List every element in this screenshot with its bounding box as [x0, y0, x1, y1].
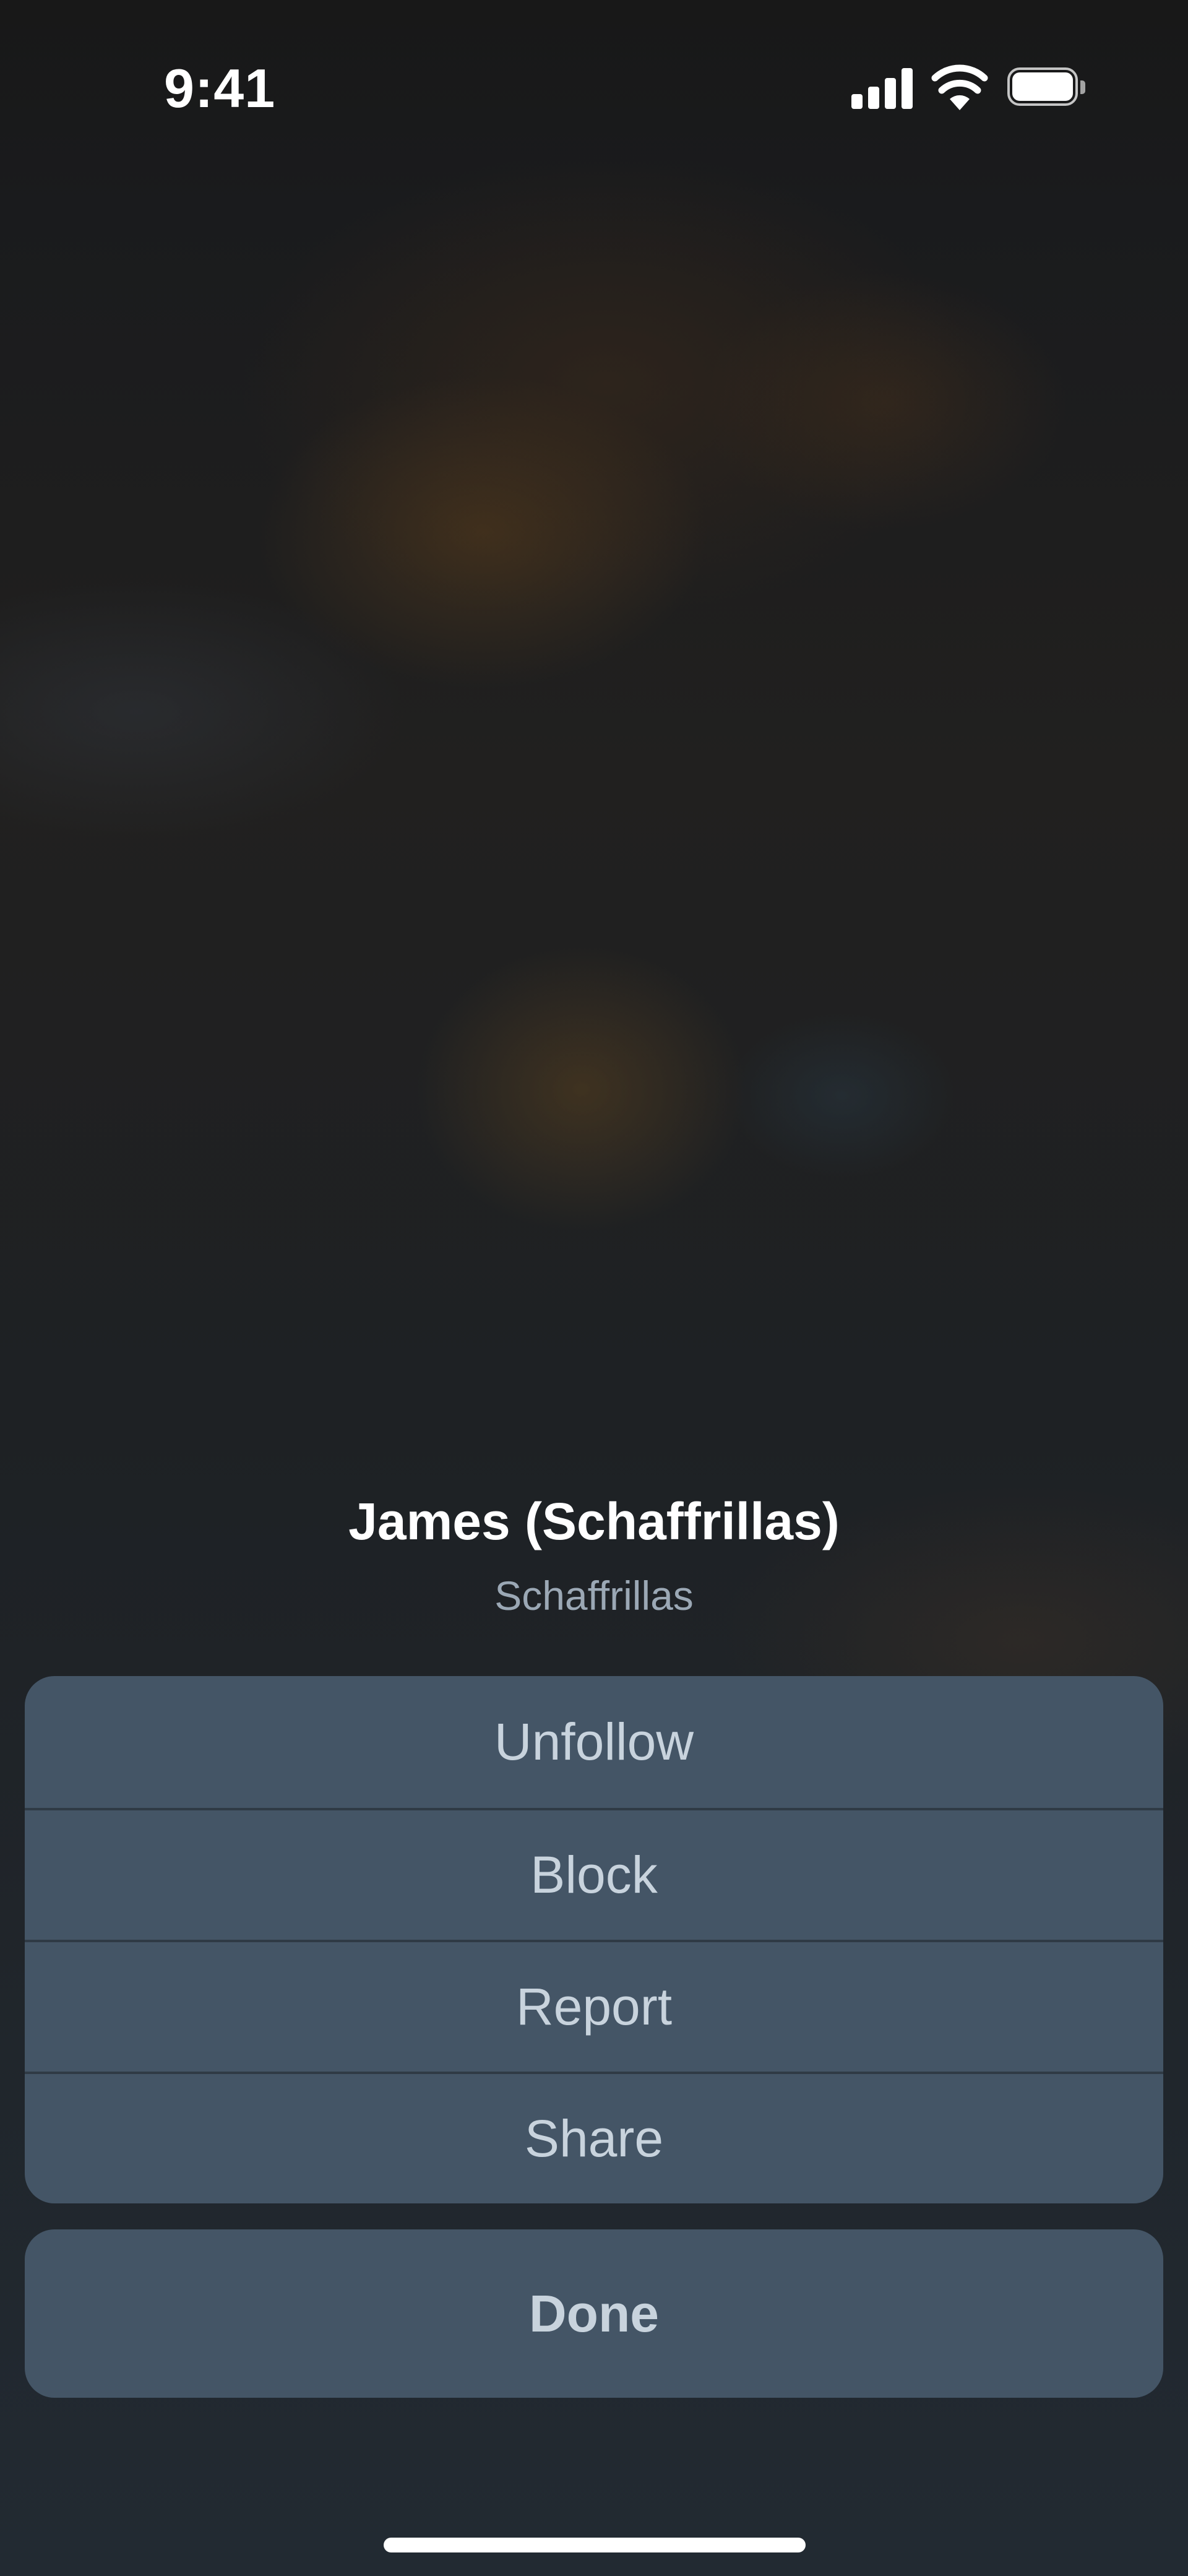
action-sheet: Unfollow Block Report Share	[25, 1676, 1163, 2203]
unfollow-button[interactable]: Unfollow	[25, 1676, 1163, 1808]
profile-handle: Schaffrillas	[494, 1573, 694, 1619]
done-button[interactable]: Done	[25, 2229, 1163, 2398]
report-button[interactable]: Report	[25, 1940, 1163, 2072]
block-button[interactable]: Block	[25, 1808, 1163, 1940]
share-button[interactable]: Share	[25, 2072, 1163, 2203]
status-bar: 9:41	[0, 0, 1188, 179]
home-indicator[interactable]	[384, 2538, 806, 2552]
profile-name: James (Schaffrillas)	[348, 1492, 840, 1550]
status-time: 9:41	[164, 58, 276, 119]
signal-icon	[851, 68, 913, 109]
battery-icon	[1007, 67, 1088, 108]
wifi-icon	[931, 64, 988, 110]
